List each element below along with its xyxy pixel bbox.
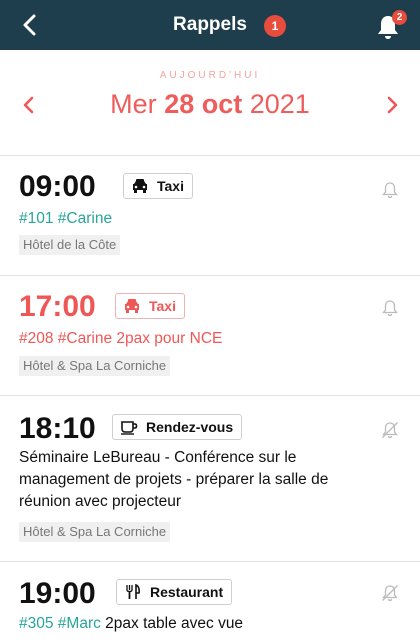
- title-count-badge: 1: [264, 15, 286, 37]
- reminder-time: 17:00: [19, 290, 96, 323]
- reminder-bell-toggle[interactable]: [380, 180, 400, 200]
- category-badge: Rendez-vous: [112, 414, 243, 440]
- reminder-card[interactable]: 18:10 Rendez-vous Séminaire LeBureau - C…: [0, 396, 420, 562]
- reminder-tags[interactable]: #101 #Carine: [19, 210, 112, 227]
- taxi-icon: [133, 179, 147, 193]
- page-title: Rappels: [173, 14, 247, 35]
- reminder-description: Séminaire LeBureau - Conférence sur le m…: [19, 447, 328, 513]
- reminder-note: 2pax table avec vue: [100, 615, 244, 632]
- reminder-location: Hôtel de la Côte: [19, 235, 121, 255]
- category-label: Rendez-vous: [146, 419, 234, 435]
- reminder-description: #305 #Marc 2pax table avec vue: [19, 613, 243, 635]
- reminder-time: 19:00: [19, 577, 96, 610]
- notification-count-badge: 2: [392, 10, 407, 25]
- reminder-note-line: réunion avec projecteur: [19, 493, 181, 510]
- date-navigation: AUJOURD'HUI Mer 28 oct 2021: [0, 50, 420, 156]
- category-badge: Taxi: [115, 293, 185, 319]
- bell-off-icon: [382, 585, 398, 602]
- fork-knife-icon: [126, 584, 140, 599]
- app-header: Rappels 1 2: [0, 0, 420, 50]
- chevron-right-icon: [387, 96, 398, 114]
- reminder-time: 18:10: [19, 412, 96, 445]
- taxi-icon: [125, 299, 139, 313]
- reminder-card[interactable]: 17:00 Taxi #208 #Carine 2pax pour NCE Hô…: [0, 276, 420, 396]
- reminder-tag-name[interactable]: #Marc: [58, 615, 101, 632]
- coffee-cup-icon: [121, 421, 138, 435]
- reminder-location: Hôtel & Spa La Corniche: [19, 356, 171, 376]
- category-label: Taxi: [157, 178, 184, 194]
- reminder-card[interactable]: 19:00 Restaurant #305 #Marc 2pax table a…: [0, 562, 420, 643]
- category-badge: Restaurant: [116, 579, 233, 605]
- reminder-description: #208 #Carine 2pax pour NCE: [19, 328, 222, 350]
- today-label: AUJOURD'HUI: [159, 70, 261, 81]
- reminder-time: 09:00: [19, 170, 96, 203]
- date-weekday: Mer: [110, 89, 157, 119]
- reminder-tag-room[interactable]: #305: [19, 615, 53, 632]
- reminder-card[interactable]: 09:00 Taxi #101 #Carine Hôtel de la Côte: [0, 156, 420, 276]
- current-date: Mer 28 oct 2021: [0, 89, 420, 120]
- date-year: 2021: [249, 89, 310, 119]
- reminder-bell-toggle[interactable]: [380, 420, 400, 440]
- category-label: Restaurant: [150, 584, 224, 600]
- bell-icon: [382, 300, 398, 317]
- reminder-tags[interactable]: #208 #Carine: [19, 330, 112, 347]
- category-badge: Taxi: [123, 173, 193, 199]
- reminder-location: Hôtel & Spa La Corniche: [19, 522, 171, 542]
- reminder-note-line: Séminaire LeBureau - Conférence sur le: [19, 449, 297, 466]
- reminder-note: 2pax pour NCE: [112, 330, 223, 347]
- reminder-description: #101 #Carine: [19, 208, 112, 230]
- category-label: Taxi: [149, 298, 176, 314]
- reminder-bell-toggle[interactable]: [380, 298, 400, 318]
- notifications-button[interactable]: 2: [374, 10, 408, 40]
- bell-icon: [382, 182, 398, 199]
- reminder-note-line: management de projets - préparer la sall…: [19, 471, 329, 488]
- bell-off-icon: [382, 422, 398, 439]
- next-day-button[interactable]: [381, 94, 403, 116]
- date-day-month: 28 oct: [164, 89, 243, 119]
- reminder-bell-toggle[interactable]: [380, 583, 400, 603]
